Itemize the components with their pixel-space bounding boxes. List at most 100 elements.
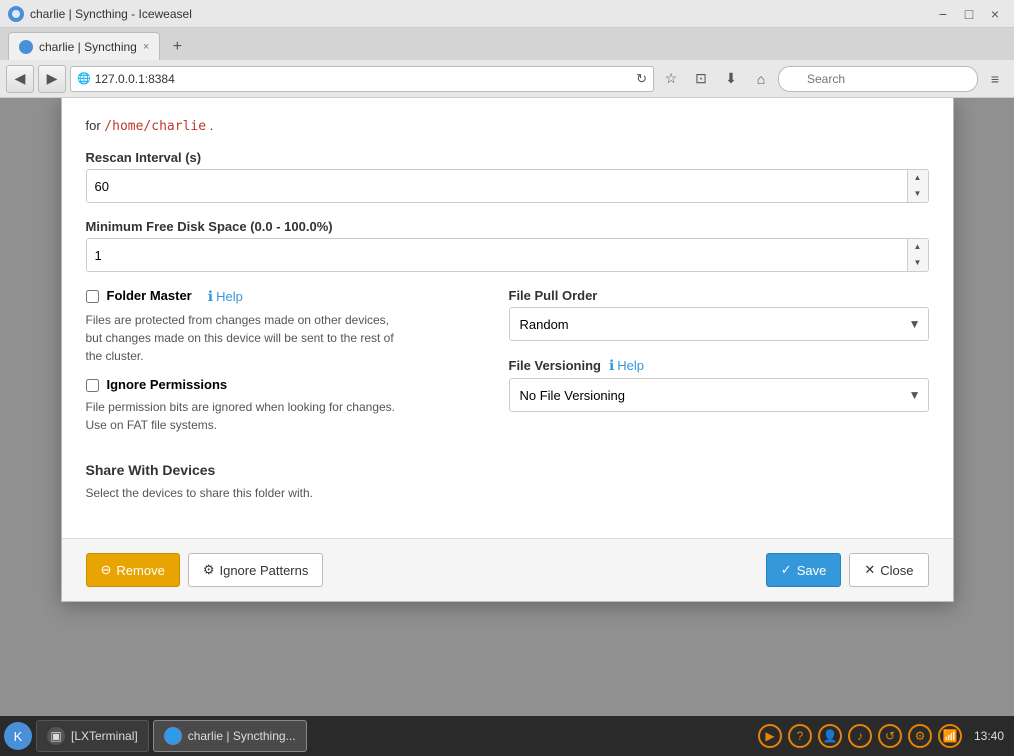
- save-label: Save: [797, 563, 827, 578]
- search-wrapper: 🔍: [778, 66, 978, 92]
- tab-label: charlie | Syncthing: [39, 40, 137, 54]
- file-pull-order-label: File Pull Order: [509, 288, 929, 303]
- back-button[interactable]: ◀: [6, 65, 34, 93]
- bookmark2-button[interactable]: ⊡: [688, 66, 714, 92]
- download-button[interactable]: ⬇: [718, 66, 744, 92]
- close-icon: ✕: [864, 562, 875, 578]
- menu-button[interactable]: ≡: [982, 66, 1008, 92]
- terminal-label: [LXTerminal]: [71, 729, 138, 743]
- taskbar-browser[interactable]: 🌐 charlie | Syncthing...: [153, 720, 307, 752]
- modal-footer: ⊖ Remove ⚙ Ignore Patterns ✓ Save ✕: [62, 538, 953, 601]
- taskbar-sys-icon-1[interactable]: ▶: [758, 724, 782, 748]
- taskbar-sys-icon-7[interactable]: 📶: [938, 724, 962, 748]
- left-column: Folder Master ℹ Help Files are protected…: [86, 288, 479, 446]
- folder-master-group: Folder Master ℹ Help: [86, 288, 479, 305]
- file-pull-order-wrapper: Random Alphabetic Smallest First Largest…: [509, 307, 929, 341]
- ignore-patterns-icon: ⚙: [203, 562, 215, 578]
- home-button[interactable]: ⌂: [748, 66, 774, 92]
- folder-master-checkbox[interactable]: [86, 290, 99, 303]
- ignore-permissions-desc1: File permission bits are ignored when lo…: [86, 400, 396, 414]
- close-modal-button[interactable]: ✕ Close: [849, 553, 928, 587]
- terminal-icon: ▣: [47, 727, 65, 745]
- path-prefix: for: [86, 118, 101, 133]
- file-versioning-help-link[interactable]: ℹ Help: [609, 357, 644, 374]
- browser-label: charlie | Syncthing...: [188, 729, 296, 743]
- rescan-interval-spinner: ▲ ▼: [907, 170, 928, 202]
- min-disk-space-group: Minimum Free Disk Space (0.0 - 100.0%) ▲…: [86, 219, 929, 272]
- bookmark-star-button[interactable]: ☆: [658, 66, 684, 92]
- browser-taskbar-icon: 🌐: [164, 727, 182, 745]
- folder-master-label[interactable]: Folder Master: [107, 288, 192, 303]
- start-button[interactable]: K: [4, 722, 32, 750]
- footer-left: ⊖ Remove ⚙ Ignore Patterns: [86, 553, 324, 587]
- tab-close-button[interactable]: ×: [143, 41, 149, 53]
- taskbar-right: ▶ ? 👤 ♪ ↺ ⚙ 📶 13:40: [758, 724, 1010, 748]
- file-versioning-wrapper: No File Versioning Trash Can File Versio…: [509, 378, 929, 412]
- taskbar: K ▣ [LXTerminal] 🌐 charlie | Syncthing..…: [0, 716, 1014, 756]
- file-pull-order-group: File Pull Order Random Alphabetic Smalle…: [509, 288, 929, 341]
- folder-master-help-icon: ℹ: [208, 288, 213, 305]
- min-disk-space-input[interactable]: [87, 239, 907, 271]
- taskbar-sys-icon-3[interactable]: 👤: [818, 724, 842, 748]
- tab-favicon: [19, 40, 33, 54]
- active-tab[interactable]: charlie | Syncthing ×: [8, 32, 160, 60]
- file-pull-order-select[interactable]: Random Alphabetic Smallest First Largest…: [509, 307, 929, 341]
- folder-master-desc1: Files are protected from changes made on…: [86, 313, 390, 327]
- url-text: 127.0.0.1:8384: [95, 72, 632, 86]
- ignore-permissions-desc: File permission bits are ignored when lo…: [86, 398, 479, 434]
- path-line: for /home/charlie .: [86, 118, 929, 134]
- modal-dialog: for /home/charlie . Rescan Interval (s) …: [61, 98, 954, 602]
- modal-body: for /home/charlie . Rescan Interval (s) …: [62, 98, 953, 538]
- path-value: /home/charlie: [104, 119, 206, 134]
- titlebar-left: charlie | Syncthing - Iceweasel: [8, 6, 192, 22]
- file-versioning-help-icon: ℹ: [609, 357, 614, 374]
- remove-button[interactable]: ⊖ Remove: [86, 553, 180, 587]
- folder-master-help-link[interactable]: ℹ Help: [208, 288, 243, 305]
- folder-master-desc3: the cluster.: [86, 349, 144, 363]
- taskbar-sys-icon-2[interactable]: ?: [788, 724, 812, 748]
- modal-overlay: for /home/charlie . Rescan Interval (s) …: [0, 98, 1014, 716]
- reload-button[interactable]: ↻: [636, 71, 647, 87]
- search-input[interactable]: [778, 66, 978, 92]
- taskbar-sys-icon-6[interactable]: ⚙: [908, 724, 932, 748]
- taskbar-time: 13:40: [968, 729, 1010, 743]
- file-versioning-label: File Versioning: [509, 358, 601, 373]
- rescan-interval-up[interactable]: ▲: [908, 170, 928, 186]
- share-with-devices-group: Share With Devices Select the devices to…: [86, 462, 929, 502]
- titlebar: charlie | Syncthing - Iceweasel − □ ×: [0, 0, 1014, 28]
- min-disk-space-input-wrapper: ▲ ▼: [86, 238, 929, 272]
- min-disk-space-down[interactable]: ▼: [908, 255, 928, 271]
- folder-master-help-text: Help: [216, 289, 243, 304]
- taskbar-sys-icon-4[interactable]: ♪: [848, 724, 872, 748]
- file-versioning-group: File Versioning ℹ Help No File Versionin…: [509, 357, 929, 412]
- titlebar-title: charlie | Syncthing - Iceweasel: [30, 7, 192, 21]
- minimize-button[interactable]: −: [932, 3, 954, 25]
- ignore-patterns-button[interactable]: ⚙ Ignore Patterns: [188, 553, 324, 587]
- min-disk-space-spinner: ▲ ▼: [907, 239, 928, 271]
- taskbar-sys-icon-5[interactable]: ↺: [878, 724, 902, 748]
- titlebar-controls: − □ ×: [932, 3, 1006, 25]
- rescan-interval-label: Rescan Interval (s): [86, 150, 929, 165]
- close-window-button[interactable]: ×: [984, 3, 1006, 25]
- ignore-permissions-label[interactable]: Ignore Permissions: [107, 377, 228, 392]
- rescan-interval-input-wrapper: ▲ ▼: [86, 169, 929, 203]
- folder-master-desc2: but changes made on this device will be …: [86, 331, 394, 345]
- share-with-devices-heading: Share With Devices: [86, 462, 929, 478]
- maximize-button[interactable]: □: [958, 3, 980, 25]
- taskbar-terminal[interactable]: ▣ [LXTerminal]: [36, 720, 149, 752]
- ignore-permissions-checkbox[interactable]: [86, 379, 99, 392]
- forward-button[interactable]: ▶: [38, 65, 66, 93]
- save-button[interactable]: ✓ Save: [766, 553, 842, 587]
- remove-label: Remove: [116, 563, 164, 578]
- min-disk-space-up[interactable]: ▲: [908, 239, 928, 255]
- remove-icon: ⊖: [101, 562, 112, 578]
- rescan-interval-input[interactable]: [87, 170, 907, 202]
- share-with-devices-desc: Select the devices to share this folder …: [86, 484, 929, 502]
- new-tab-button[interactable]: +: [164, 34, 190, 60]
- footer-right: ✓ Save ✕ Close: [766, 553, 929, 587]
- rescan-interval-down[interactable]: ▼: [908, 186, 928, 202]
- url-bar[interactable]: 🌐 127.0.0.1:8384 ↻: [70, 66, 654, 92]
- right-column: File Pull Order Random Alphabetic Smalle…: [509, 288, 929, 446]
- file-versioning-select[interactable]: No File Versioning Trash Can File Versio…: [509, 378, 929, 412]
- ignore-permissions-desc2: Use on FAT file systems.: [86, 418, 218, 432]
